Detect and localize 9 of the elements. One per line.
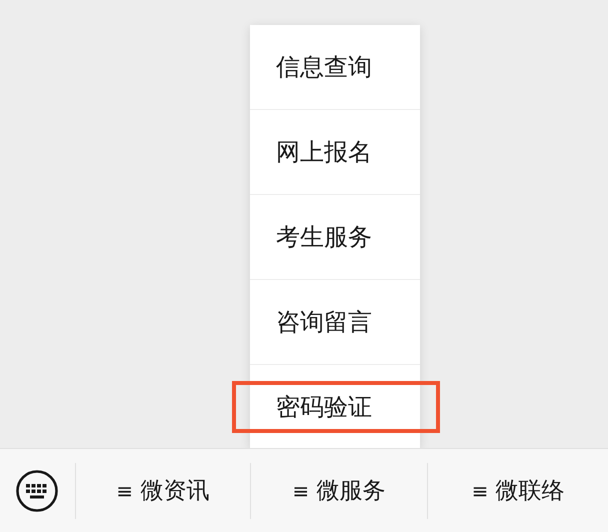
menu-button[interactable]: ≡ 微资讯 [76, 462, 251, 518]
menu-item[interactable]: 网上报名 [250, 110, 420, 194]
menu-button[interactable]: ≡ 微服务 [250, 462, 428, 518]
menu-item[interactable]: 密码验证 [250, 365, 420, 449]
menu-item[interactable]: 信息查询 [250, 25, 420, 109]
menu-button[interactable]: ≡ 微联络 [428, 462, 608, 518]
menu-item[interactable]: 咨询留言 [250, 280, 420, 364]
keyboard-icon[interactable] [15, 468, 60, 512]
menu-item[interactable]: 考生服务 [250, 195, 420, 279]
